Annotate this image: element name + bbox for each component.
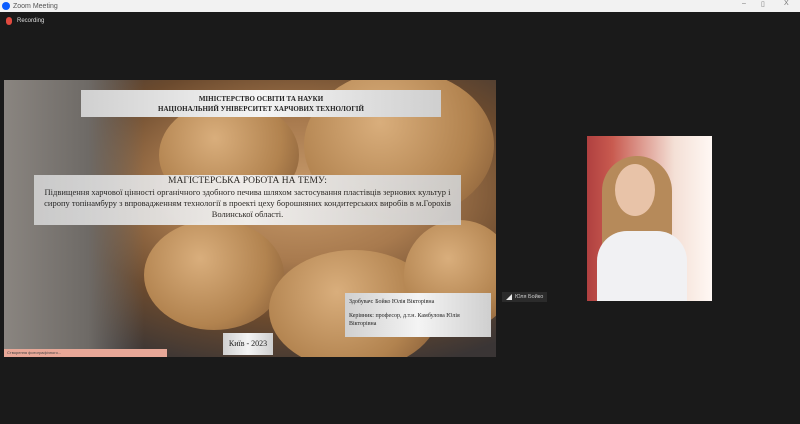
city-year: Київ - 2023 (223, 333, 273, 355)
signal-strength-icon (506, 294, 512, 300)
ministry-name: МІНІСТЕРСТВО ОСВІТИ ТА НАУКИ (198, 95, 324, 103)
authors-box: Здобувач: Бойко Юлія Вікторівна Керівник… (345, 293, 491, 337)
ministry-header: МІНІСТЕРСТВО ОСВІТИ ТА НАУКИ НАЦІОНАЛЬНИ… (81, 90, 441, 117)
participant-face (615, 164, 655, 216)
cookie-image (144, 220, 284, 330)
participant-name-label: Юля Бойко (502, 292, 548, 302)
minimize-button[interactable]: – (742, 0, 746, 7)
participant-video[interactable] (587, 136, 712, 301)
title-bar: Zoom Meeting – ▯ X (0, 0, 800, 12)
close-button[interactable]: X (784, 0, 789, 7)
zoom-logo-icon (2, 2, 10, 10)
student-name: Здобувач: Бойко Юлія Вікторівна (349, 299, 435, 305)
topic-text: Підвищення харчової цінності органічного… (44, 187, 451, 219)
participant-body (597, 231, 687, 301)
shared-screen-slide: МІНІСТЕРСТВО ОСВІТИ ТА НАУКИ НАЦІОНАЛЬНИ… (4, 80, 496, 357)
recording-icon (6, 17, 12, 25)
recording-indicator[interactable]: Recording (6, 17, 44, 25)
share-status-bar: Створення фотографічного... (4, 349, 167, 357)
university-name: НАЦІОНАЛЬНИЙ УНІВЕРСИТЕТ ХАРЧОВИХ ТЕХНОЛ… (158, 105, 364, 113)
window-title: Zoom Meeting (13, 2, 58, 10)
recording-label: Recording (17, 18, 45, 24)
supervisor-name: Керівник: професор, д.т.н. Камбулова Юлі… (349, 313, 460, 327)
thesis-topic: МАГІСТЕРСЬКА РОБОТА НА ТЕМУ: Підвищення … (34, 175, 461, 225)
topic-heading: МАГІСТЕРСЬКА РОБОТА НА ТЕМУ: (168, 176, 327, 186)
restore-button[interactable]: ▯ (761, 0, 765, 8)
participant-name: Юля Бойко (515, 294, 544, 300)
